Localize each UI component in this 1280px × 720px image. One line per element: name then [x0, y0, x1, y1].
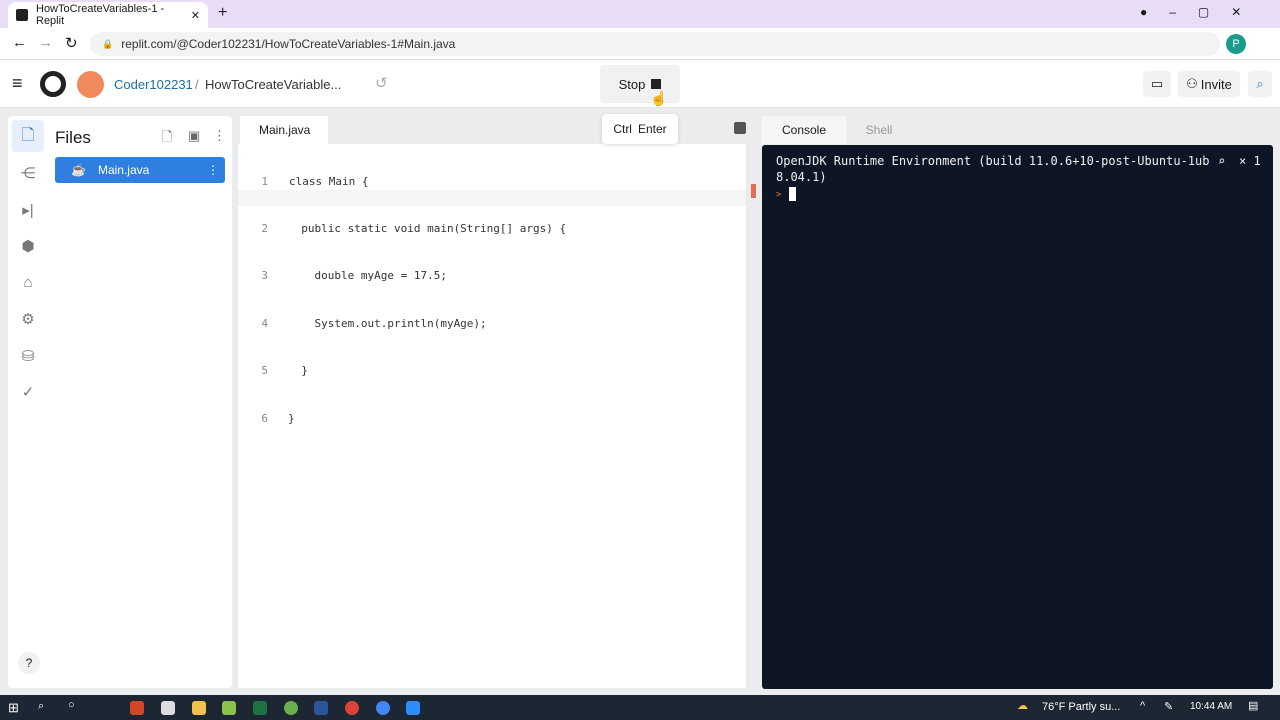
search-icon[interactable]: ⌕: [38, 700, 44, 713]
clear-console-button[interactable]: × 1: [1239, 153, 1261, 169]
chrome-icon[interactable]: [345, 701, 359, 715]
cursor-pointer-icon: ☝: [650, 90, 668, 106]
user-link[interactable]: Coder102231: [114, 77, 193, 92]
share-icon[interactable]: ⋲: [18, 164, 38, 184]
editor-panel: Main.java 1 class Main { 2 public static …: [238, 116, 756, 688]
packages-icon[interactable]: ⬢: [18, 237, 38, 257]
profile-avatar[interactable]: P: [1226, 34, 1246, 54]
back-icon[interactable]: ←: [12, 34, 27, 51]
app-icon[interactable]: [284, 701, 298, 715]
windows-start-icon[interactable]: ⊞: [8, 700, 19, 716]
menu-icon[interactable]: ≡: [12, 73, 23, 94]
terminal[interactable]: OpenJDK Runtime Environment (build 11.0.…: [762, 145, 1273, 689]
error-marker: [751, 184, 756, 198]
code-area[interactable]: 1 class Main { 2 public static void main(…: [238, 142, 738, 458]
history-icon[interactable]: ↺: [375, 74, 388, 92]
key-ctrl: Ctrl: [613, 122, 632, 136]
clock[interactable]: 10:44 AM: [1190, 701, 1232, 712]
stop-label: Stop: [618, 76, 646, 92]
prompt: >: [776, 190, 782, 200]
tab-console[interactable]: Console: [762, 116, 846, 144]
new-folder-icon[interactable]: ▣: [188, 128, 200, 144]
key-enter: Enter: [637, 122, 667, 136]
replit-logo[interactable]: [40, 71, 66, 97]
zoom-icon[interactable]: [406, 701, 420, 715]
sidebar-item-files[interactable]: 🗋: [12, 120, 44, 152]
notifications-icon[interactable]: ▤: [1248, 699, 1258, 712]
search-icon[interactable]: ⌕: [1218, 153, 1225, 169]
files-title: Files: [55, 128, 91, 147]
file-menu-icon[interactable]: ⋮: [207, 163, 225, 177]
left-panel: 🗋 ⋲ ▸| ⬢ ⌂ ⚙ ⛁ ✓ ? Files 🗋 ▣ ⋮ ☕ Main.ja…: [8, 116, 232, 688]
store-icon[interactable]: [161, 701, 175, 715]
taskbar: ⊞ ⌕ ○ ☁ 76°F Partly su... ^ ✎ 10:44 AM ▤: [0, 695, 1280, 720]
stop-button[interactable]: Stop: [600, 65, 680, 103]
code-line: 2 public static void main(String[] args)…: [261, 221, 567, 235]
database-icon[interactable]: ⛁: [18, 347, 38, 367]
separator: /: [195, 77, 199, 92]
debugger-icon[interactable]: ▸|: [18, 201, 38, 221]
lock-icon[interactable]: ⌂: [18, 274, 38, 294]
tray-chevron-icon[interactable]: ^: [1140, 700, 1145, 712]
weather-text[interactable]: 76°F Partly su...: [1042, 701, 1120, 713]
tab-main-java[interactable]: Main.java: [240, 116, 328, 144]
stop-icon: [651, 79, 662, 89]
notepad-icon[interactable]: [222, 701, 236, 715]
help-button[interactable]: ?: [18, 652, 40, 674]
console-output: OpenJDK Runtime Environment (build 11.0.…: [776, 154, 1210, 168]
replit-favicon-icon: [16, 9, 28, 21]
cortana-icon[interactable]: ○: [68, 699, 75, 711]
repl-name[interactable]: HowToCreateVariable...: [205, 77, 341, 92]
url-text: replit.com/@Coder102231/HowToCreateVaria…: [121, 37, 456, 51]
weather-icon: ☁: [1017, 700, 1028, 712]
close-tab-icon[interactable]: ✕: [191, 9, 200, 22]
code-line: 6}: [261, 411, 295, 425]
window-controls[interactable]: ●–▢✕: [1140, 5, 1263, 19]
browser-tab[interactable]: HowToCreateVariables-1 - Replit ✕: [8, 2, 208, 28]
check-icon[interactable]: ✓: [18, 383, 38, 403]
chrome-icon[interactable]: [376, 701, 390, 715]
tab-shell[interactable]: Shell: [846, 116, 912, 144]
reload-icon[interactable]: ↻: [65, 34, 78, 52]
invite-button[interactable]: ⚇ Invite: [1178, 71, 1240, 97]
chat-button[interactable]: ▭: [1143, 71, 1171, 97]
code-line: 5 }: [261, 364, 308, 378]
excel-icon[interactable]: [253, 701, 267, 715]
tab-title: HowToCreateVariables-1 - Replit: [36, 3, 165, 27]
add-user-icon: ⚇: [1186, 76, 1198, 91]
run-tooltip: Ctrl Enter: [602, 114, 678, 144]
lock-icon: 🔒: [102, 38, 114, 49]
url-input[interactable]: 🔒 replit.com/@Coder102231/HowToCreateVar…: [90, 32, 1220, 56]
code-line: 4 System.out.println(myAge);: [261, 316, 487, 330]
powerpoint-icon[interactable]: [130, 701, 144, 715]
format-icon[interactable]: [734, 122, 746, 134]
invite-label: Invite: [1200, 76, 1232, 92]
word-icon[interactable]: [314, 701, 328, 715]
new-tab-icon[interactable]: +: [218, 4, 227, 22]
forward-icon[interactable]: →: [38, 34, 53, 51]
search-button[interactable]: ⌕: [1248, 71, 1272, 97]
address-bar: ← → ↻ 🔒 replit.com/@Coder102231/HowToCre…: [0, 28, 1280, 60]
console-panel: Console Shell OpenJDK Runtime Environmen…: [762, 116, 1273, 689]
console-output: 8.04.1): [776, 170, 827, 184]
new-file-icon[interactable]: 🗋: [162, 128, 172, 150]
more-icon[interactable]: ⋮: [213, 128, 226, 144]
pen-icon[interactable]: ✎: [1164, 700, 1173, 713]
explorer-icon[interactable]: [192, 701, 206, 715]
replit-header: ≡ Coder102231 / HowToCreateVariable... ↺…: [0, 60, 1280, 108]
file-item[interactable]: ☕ Main.java ⋮: [55, 157, 225, 183]
code-line: 1 class Main {: [261, 174, 369, 188]
gear-icon[interactable]: ⚙: [18, 310, 38, 330]
cursor: [788, 186, 796, 201]
browser-tab-bar: HowToCreateVariables-1 - Replit ✕ + ●–▢✕: [0, 0, 1280, 28]
java-icon: ☕: [71, 163, 86, 177]
file-name: Main.java: [97, 163, 150, 177]
code-line: 3 double myAge = 17.5;: [261, 269, 447, 283]
avatar[interactable]: [77, 71, 104, 98]
